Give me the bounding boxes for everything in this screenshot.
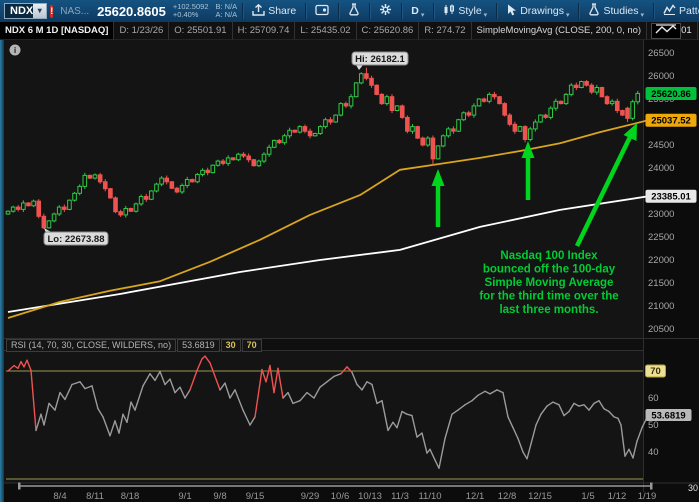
alert-badge-icon[interactable]: ! xyxy=(50,4,54,18)
share-icon xyxy=(252,3,265,19)
price-tick: 22500 xyxy=(648,232,674,243)
zigzag-icon xyxy=(654,22,678,40)
flask-icon xyxy=(348,3,360,19)
ask-value: A: N/A xyxy=(215,10,238,19)
ohlc-range: R: 274.72 xyxy=(419,22,472,40)
date-tick: 9/15 xyxy=(246,491,265,502)
window-edge xyxy=(0,40,4,502)
last-price: 25620.8605 xyxy=(97,3,166,19)
svg-text:Lo: 22673.88: Lo: 22673.88 xyxy=(47,234,104,245)
price-tick: 21500 xyxy=(648,278,674,289)
rsi-overbought-level: 70 xyxy=(241,339,262,352)
svg-text:bounced off the 100-day: bounced off the 100-day xyxy=(483,264,616,276)
price-tick: 24000 xyxy=(648,163,674,174)
price-tick: 20500 xyxy=(648,324,674,335)
drawings-button[interactable]: Drawings ▾ xyxy=(502,0,573,22)
time-slider[interactable] xyxy=(18,482,653,490)
svg-text:53.6819: 53.6819 xyxy=(651,410,685,421)
date-tick: 12/8 xyxy=(498,491,517,502)
quick-study-button[interactable] xyxy=(344,0,364,22)
price-tick: 26500 xyxy=(648,48,674,59)
svg-text:for the third time over the: for the third time over the xyxy=(479,291,618,303)
studies-flask-icon xyxy=(588,3,600,19)
date-tick: 8/11 xyxy=(86,491,104,502)
svg-text:50: 50 xyxy=(648,420,659,431)
date-tick: 1/12 xyxy=(608,491,627,502)
date-tick: 11/10 xyxy=(418,491,441,502)
svg-text:23385.01: 23385.01 xyxy=(651,192,691,203)
date-tick: 12/15 xyxy=(528,491,552,502)
news-button[interactable] xyxy=(311,0,333,22)
price-tick: 23000 xyxy=(648,209,674,220)
rsi-oversold-level: 30 xyxy=(220,339,241,352)
studies-button[interactable]: Studies ▾ xyxy=(584,0,648,22)
symbol-value: NDX xyxy=(10,5,34,17)
svg-text:70: 70 xyxy=(650,366,661,377)
cursor-icon xyxy=(506,4,517,19)
chart-info-row: NDX 6 M 1D [NASDAQ] D: 1/23/26 O: 25501.… xyxy=(0,22,699,40)
svg-text:25620.86: 25620.86 xyxy=(651,89,691,100)
interval-button[interactable]: D ▾ xyxy=(407,0,428,22)
bid-ask-stack: B: N/A A: N/A xyxy=(216,3,238,19)
symbol-input[interactable]: NDX ▾ xyxy=(4,3,48,19)
date-tick: 8/4 xyxy=(53,491,66,502)
svg-text:Nasdaq 100 Index: Nasdaq 100 Index xyxy=(500,250,598,262)
price-tick: 24500 xyxy=(648,140,674,151)
svg-text:Simple Moving Average: Simple Moving Average xyxy=(485,277,614,289)
svg-text:30: 30 xyxy=(688,483,698,493)
top-toolbar: NDX ▾ ! NAS... 25620.8605 +102.5092 +0.4… xyxy=(0,0,699,22)
chart-mode-button[interactable] xyxy=(651,23,681,39)
chart-title: NDX 6 M 1D [NASDAQ] xyxy=(0,22,115,40)
share-button[interactable]: Share xyxy=(248,0,300,22)
date-tick: 10/13 xyxy=(358,491,382,502)
date-tick: 9/29 xyxy=(301,491,320,502)
svg-text:25037.52: 25037.52 xyxy=(651,116,691,127)
svg-text:last three months.: last three months. xyxy=(499,304,598,316)
date-tick: 10/6 xyxy=(331,491,350,502)
study-label[interactable]: SimpleMovingAvg (CLOSE, 200, 0, no) xyxy=(471,22,648,40)
chart-stage: RSI (14, 70, 30, CLOSE, WILDERS, no) 53.… xyxy=(0,23,699,502)
symbol-dropdown-icon[interactable]: ▾ xyxy=(33,4,47,18)
svg-text:60: 60 xyxy=(648,393,659,404)
ohlc-close: C: 25620.86 xyxy=(356,22,420,40)
patterns-icon xyxy=(663,4,676,18)
date-tick: 8/18 xyxy=(121,491,140,502)
style-icon xyxy=(443,4,455,19)
ohlc-high: H: 25709.74 xyxy=(232,22,296,40)
date-tick: 1/19 xyxy=(638,491,657,502)
date-tick: 11/3 xyxy=(391,491,409,502)
date-tick: 9/8 xyxy=(213,491,226,502)
style-button[interactable]: Style ▾ xyxy=(439,0,491,22)
svg-text:40: 40 xyxy=(648,447,659,458)
svg-text:i: i xyxy=(14,45,16,55)
rsi-header: RSI (14, 70, 30, CLOSE, WILDERS, no) 53.… xyxy=(6,339,263,352)
exchange-label: NAS... xyxy=(60,5,90,17)
svg-text:Hi: 26182.1: Hi: 26182.1 xyxy=(355,54,405,65)
rsi-value: 53.6819 xyxy=(177,339,220,352)
change-stack: +102.5092 +0.40% xyxy=(173,3,209,19)
ohlc-date: D: 1/23/26 xyxy=(114,22,170,40)
price-tick: 22000 xyxy=(648,255,674,266)
change-percent: +0.40% xyxy=(172,10,199,19)
ohlc-low: L: 25435.02 xyxy=(295,22,357,40)
price-axis[interactable] xyxy=(644,40,699,502)
price-tick: 26000 xyxy=(648,71,674,82)
price-tick: 21000 xyxy=(648,301,674,312)
price-chart: Hi: 26182.1 Lo: 22673.88 Nasdaq 100 Index b… xyxy=(0,40,699,502)
date-tick: 1/5 xyxy=(581,491,594,502)
gear-icon xyxy=(379,3,392,19)
ohlc-open: O: 25501.91 xyxy=(169,22,233,40)
patterns-button[interactable]: Patterns▾ xyxy=(659,0,699,22)
date-tick: 12/1 xyxy=(466,491,485,502)
settings-button[interactable] xyxy=(375,0,396,22)
date-tick: 9/1 xyxy=(178,491,191,502)
rsi-study-label[interactable]: RSI (14, 70, 30, CLOSE, WILDERS, no) xyxy=(6,339,177,352)
news-icon xyxy=(315,4,329,19)
